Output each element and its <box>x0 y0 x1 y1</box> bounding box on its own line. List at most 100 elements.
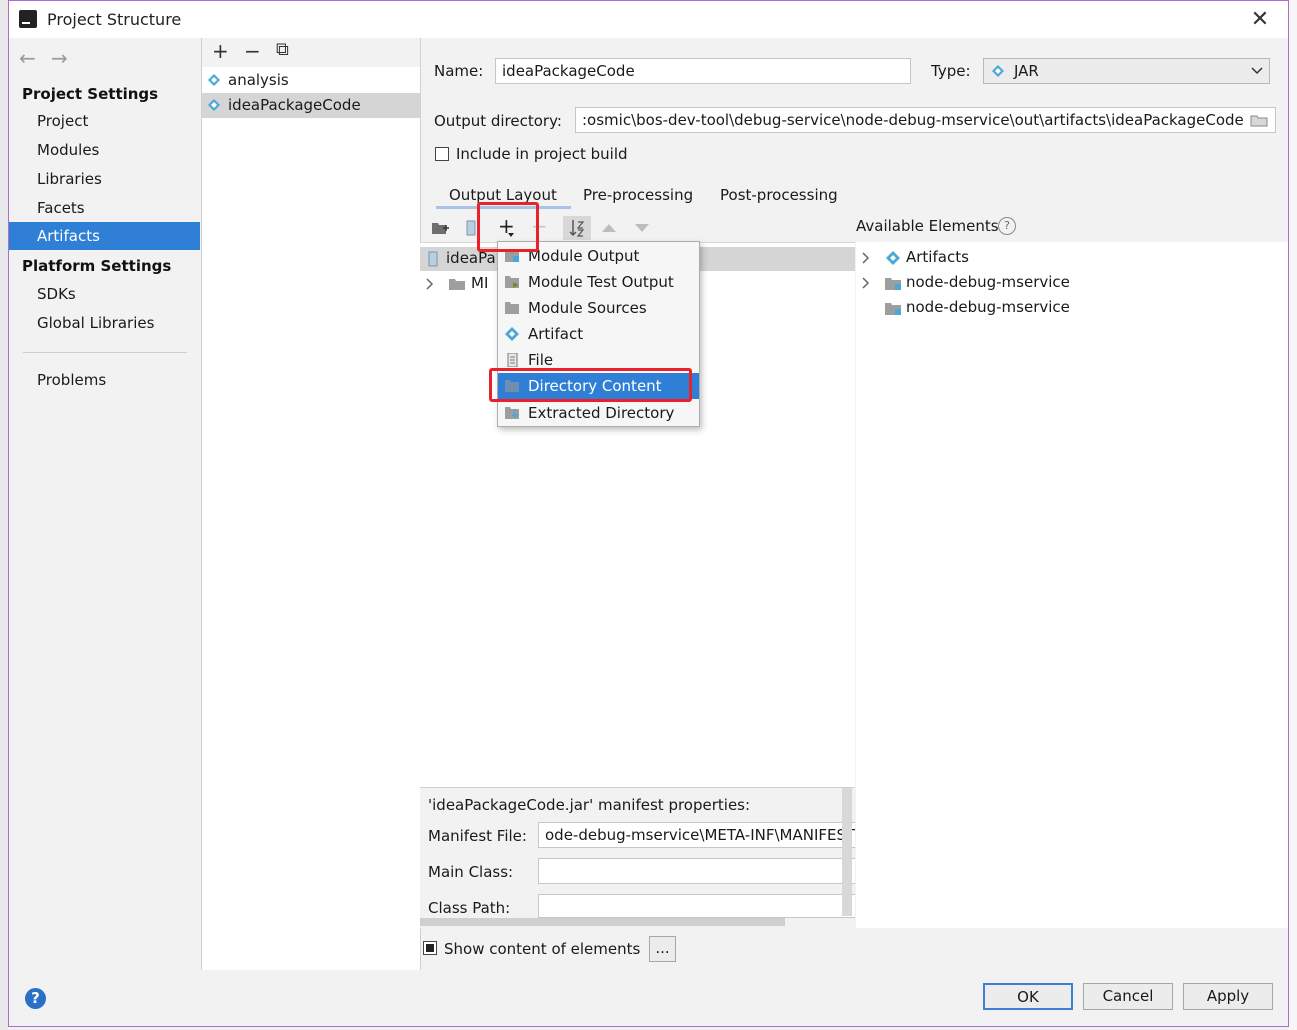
class-path-field[interactable] <box>538 894 855 918</box>
list-item[interactable]: analysis <box>202 68 420 93</box>
nav-item-facets[interactable]: Facets <box>9 194 200 222</box>
module-folder-icon <box>885 278 901 290</box>
type-label: Type: <box>931 62 971 80</box>
available-item-label: Artifacts <box>906 248 969 266</box>
add-element-popup: Module Output Module Test Output Module … <box>497 241 700 427</box>
apply-button[interactable]: Apply <box>1183 983 1273 1010</box>
include-build-label: Include in project build <box>456 145 628 163</box>
name-label: Name: <box>434 62 484 80</box>
folder-icon <box>449 279 465 290</box>
manifest-title: 'ideaPackageCode.jar' manifest propertie… <box>428 796 751 814</box>
jar-icon <box>992 65 1004 77</box>
layout-toolbar: + − <box>420 213 855 242</box>
nav-item-global-libraries[interactable]: Global Libraries <box>9 309 200 337</box>
show-content-settings-button[interactable]: ... <box>649 936 676 962</box>
help-circle-icon[interactable]: ? <box>998 217 1016 235</box>
menu-item-module-output[interactable]: Module Output <box>498 243 699 269</box>
add-artifact-icon[interactable]: + <box>212 39 229 63</box>
background-app-edge-left <box>0 0 8 1030</box>
copy-artifact-icon[interactable]: ⧉ <box>276 39 289 60</box>
menu-item-label: Extracted Directory <box>528 404 675 422</box>
output-directory-label: Output directory: <box>434 112 562 130</box>
output-directory-field[interactable]: :osmic\bos-dev-tool\debug-service\node-d… <box>575 107 1276 133</box>
nav-item-problems[interactable]: Problems <box>9 366 200 394</box>
artifact-list-panel: + − ⧉ analysis ideaPackageCode <box>201 38 421 970</box>
new-directory-icon[interactable] <box>431 221 449 235</box>
chevron-down-icon <box>1251 67 1263 75</box>
list-item[interactable]: ideaPackageCode <box>202 93 420 118</box>
module-test-output-icon <box>505 276 519 288</box>
close-icon[interactable]: ✕ <box>1247 7 1273 33</box>
vertical-scrollbar[interactable] <box>842 788 852 916</box>
sort-toggle[interactable] <box>563 216 591 240</box>
menu-item-module-test-output[interactable]: Module Test Output <box>498 269 699 295</box>
available-elements-label: Available Elements <box>856 217 999 235</box>
available-item-label: node-debug-mservice <box>906 298 1070 316</box>
tab-output-layout[interactable]: Output Layout <box>449 182 557 208</box>
chevron-right-icon <box>426 278 434 290</box>
type-combo[interactable]: JAR <box>983 58 1270 84</box>
jar-archive-icon <box>428 251 438 267</box>
move-up-icon[interactable] <box>602 224 616 232</box>
main-class-field[interactable] <box>538 858 855 884</box>
name-field[interactable]: ideaPackageCode <box>495 58 911 84</box>
manifest-properties-panel: 'ideaPackageCode.jar' manifest propertie… <box>420 787 855 928</box>
ok-button[interactable]: OK <box>983 983 1073 1010</box>
manifest-file-field[interactable]: ode-debug-mservice\META-INF\MANIFEST <box>538 822 855 848</box>
tree-root-label: ideaPa <box>446 249 496 267</box>
cancel-button[interactable]: Cancel <box>1083 983 1173 1010</box>
show-content-checkbox[interactable] <box>423 941 437 955</box>
class-path-label: Class Path: <box>428 899 511 917</box>
available-item-artifacts[interactable]: Artifacts <box>856 245 1288 270</box>
horizontal-scrollbar[interactable] <box>420 918 785 926</box>
nav-item-sdks[interactable]: SDKs <box>9 280 200 308</box>
nav-item-libraries[interactable]: Libraries <box>9 165 200 193</box>
settings-nav: ← → Project Settings Project Modules Lib… <box>9 38 200 970</box>
title-bar: Project Structure ✕ <box>9 1 1288 38</box>
artifact-icon <box>886 251 900 265</box>
nav-item-project[interactable]: Project <box>9 107 200 135</box>
nav-item-modules[interactable]: Modules <box>9 136 200 164</box>
extracted-directory-icon <box>505 407 519 419</box>
menu-item-label: File <box>528 351 554 369</box>
tree-child-label: MI <box>471 274 489 292</box>
menu-item-artifact[interactable]: Artifact <box>498 321 699 347</box>
remove-artifact-icon[interactable]: − <box>244 39 261 63</box>
directory-icon <box>505 380 519 392</box>
archive-icon[interactable] <box>466 220 476 236</box>
available-elements-tree: Artifacts node-debug-mservice node-debug… <box>856 242 1288 928</box>
menu-item-extracted-directory[interactable]: Extracted Directory <box>498 400 699 426</box>
nav-item-artifacts[interactable]: Artifacts <box>9 222 200 250</box>
artifact-icon <box>208 99 220 111</box>
back-arrow-icon[interactable]: ← <box>19 46 36 70</box>
available-item-module-output[interactable]: node-debug-mservice <box>856 295 1288 320</box>
available-item-module[interactable]: node-debug-mservice <box>856 270 1288 295</box>
dropdown-arrow-icon <box>508 233 514 237</box>
folder-browse-icon[interactable] <box>1250 114 1268 127</box>
artifact-editor: Name: ideaPackageCode Type: JAR Output d… <box>420 38 1288 970</box>
platform-settings-heading: Platform Settings <box>22 257 172 275</box>
remove-element-icon[interactable]: − <box>531 214 548 238</box>
menu-item-module-sources[interactable]: Module Sources <box>498 295 699 321</box>
available-item-label: node-debug-mservice <box>906 273 1070 291</box>
include-build-checkbox[interactable] <box>435 147 449 161</box>
help-icon[interactable]: ? <box>25 988 46 1009</box>
forward-arrow-icon[interactable]: → <box>51 46 68 70</box>
artifact-icon <box>208 74 220 86</box>
chevron-right-icon <box>862 277 870 289</box>
tab-pre-processing[interactable]: Pre-processing <box>583 182 693 208</box>
menu-item-directory-content[interactable]: Directory Content <box>498 373 699 399</box>
menu-item-file[interactable]: File <box>498 347 699 373</box>
sort-alpha-icon <box>569 220 585 237</box>
move-down-icon[interactable] <box>635 224 649 232</box>
project-settings-heading: Project Settings <box>22 85 159 103</box>
dialog-title: Project Structure <box>47 10 182 29</box>
list-item-label: ideaPackageCode <box>228 96 361 114</box>
artifact-icon <box>505 327 519 341</box>
menu-item-label: Artifact <box>528 325 584 343</box>
tab-post-processing[interactable]: Post-processing <box>720 182 838 208</box>
menu-item-label: Module Sources <box>528 299 647 317</box>
background-app-edge-right <box>1289 0 1297 1030</box>
project-structure-dialog: Project Structure ✕ ← → Project Settings… <box>8 0 1289 1027</box>
file-icon <box>507 353 518 367</box>
